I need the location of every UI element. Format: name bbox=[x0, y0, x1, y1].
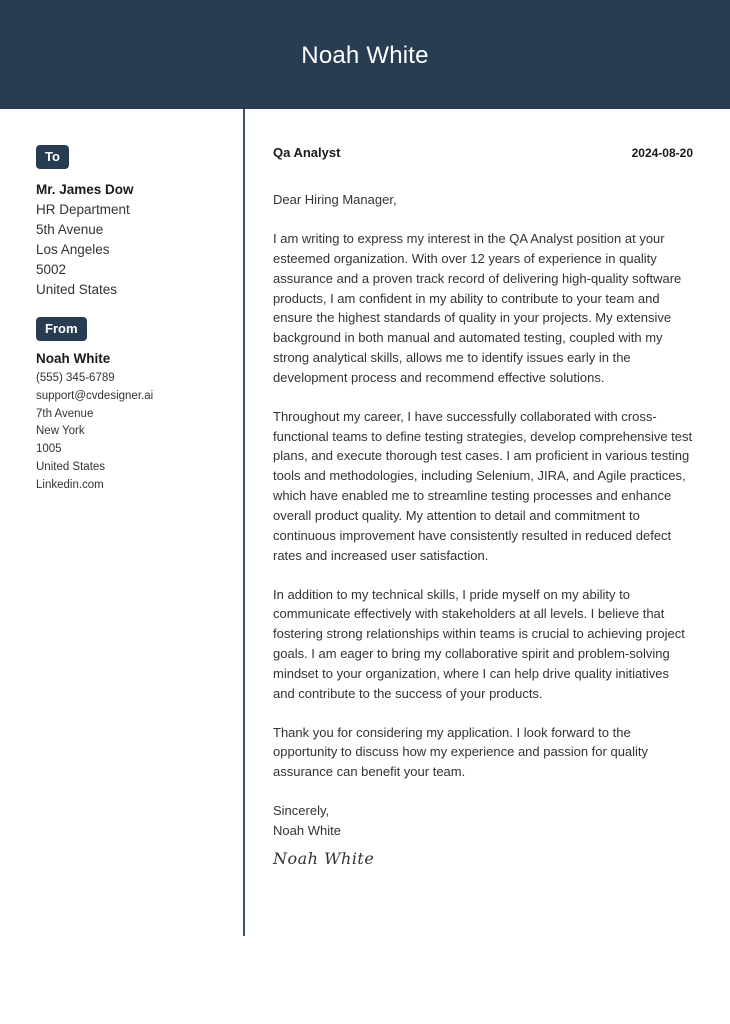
recipient-city: Los Angeles bbox=[36, 242, 110, 257]
sender-country: United States bbox=[36, 460, 106, 473]
sender-block: From Noah White (555) 345-6789 support@c… bbox=[36, 317, 236, 495]
sender-linkedin: Linkedin.com bbox=[36, 478, 104, 491]
from-badge: From bbox=[36, 317, 87, 341]
recipient-block: To Mr. James Dow HR Department 5th Avenu… bbox=[36, 145, 236, 300]
closing-name: Noah White bbox=[273, 823, 341, 839]
signature: Noah White bbox=[273, 849, 375, 869]
to-badge: To bbox=[36, 145, 69, 169]
letter-heading: Qa Analyst 2024-08-20 bbox=[273, 145, 693, 160]
column-divider bbox=[243, 109, 245, 936]
sender-street: 7th Avenue bbox=[36, 407, 94, 420]
salutation: Dear Hiring Manager, bbox=[273, 192, 397, 207]
job-title: Qa Analyst bbox=[273, 145, 341, 160]
sender-postcode: 1005 bbox=[36, 443, 62, 456]
closing-phrase: Sincerely, bbox=[273, 803, 330, 819]
letter-date: 2024-08-20 bbox=[631, 146, 693, 160]
recipient-department: HR Department bbox=[36, 202, 130, 217]
recipient-name: Mr. James Dow bbox=[36, 182, 134, 197]
paragraph: In addition to my technical skills, I pr… bbox=[273, 586, 685, 701]
sidebar: To Mr. James Dow HR Department 5th Avenu… bbox=[36, 145, 236, 495]
sender-name: Noah White bbox=[36, 351, 111, 366]
closing: Sincerely, Noah White bbox=[273, 801, 693, 841]
paragraph: Thank you for considering my application… bbox=[273, 724, 649, 780]
paragraph: I am writing to express my interest in t… bbox=[273, 231, 682, 385]
page-header: Noah White bbox=[0, 0, 730, 109]
recipient-street: 5th Avenue bbox=[36, 222, 104, 237]
recipient-country: United States bbox=[36, 282, 118, 297]
recipient-postcode: 5002 bbox=[36, 262, 67, 277]
letter-body: Qa Analyst 2024-08-20 Dear Hiring Manage… bbox=[273, 145, 693, 868]
sender-city: New York bbox=[36, 425, 85, 438]
paragraph: Throughout my career, I have successfull… bbox=[273, 408, 693, 563]
header-name: Noah White bbox=[301, 41, 429, 69]
sender-phone: (555) 345-6789 bbox=[36, 372, 115, 384]
sender-email: support@cvdesigner.ai bbox=[36, 389, 154, 402]
